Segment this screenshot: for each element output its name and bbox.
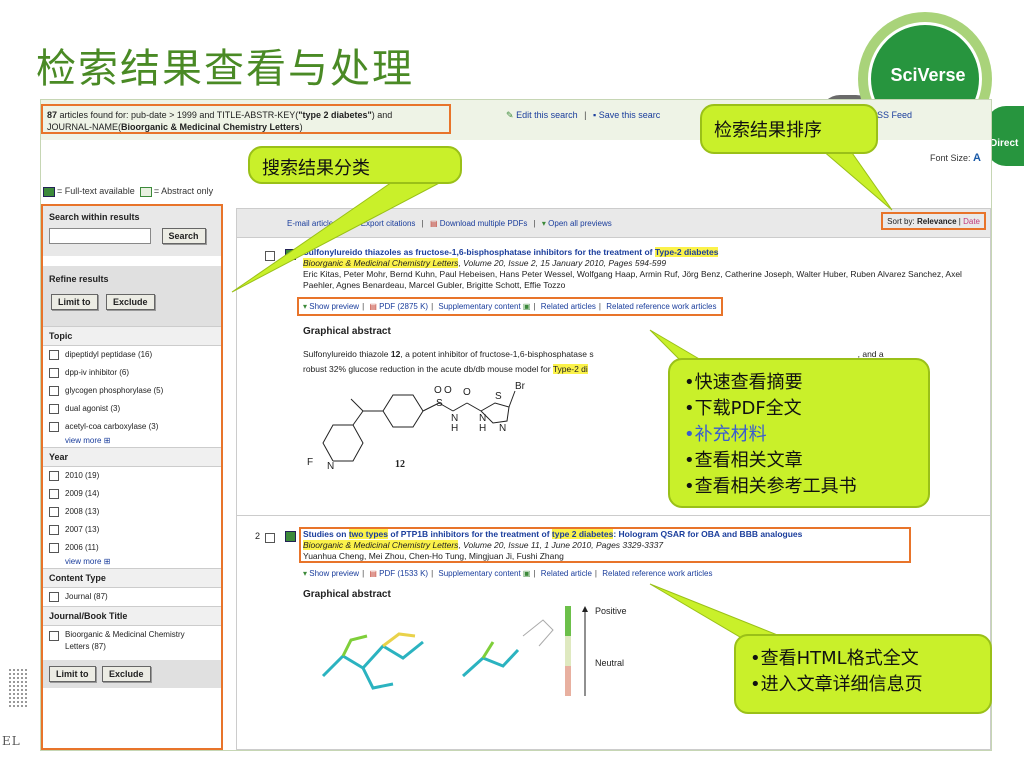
callout-actions: •快速查看摘要 •下载PDF全文 •补充材料 •查看相关文章 •查看相关参考工具… [668,358,930,508]
callout-facets: 搜索结果分类 [248,146,462,184]
callout-item: •进入文章详细信息页 [750,674,923,695]
callout-item: •快速查看摘要 [684,372,803,393]
callout-item: •查看相关参考工具书 [684,476,857,497]
callout-item: •补充材料 [684,424,767,445]
callout-sort: 检索结果排序 [700,104,878,154]
callout-html: •查看HTML格式全文 •进入文章详细信息页 [734,634,992,714]
callout-item: •下载PDF全文 [684,398,802,419]
callout-item: •查看HTML格式全文 [750,648,919,669]
callout-item: •查看相关文章 [684,450,803,471]
